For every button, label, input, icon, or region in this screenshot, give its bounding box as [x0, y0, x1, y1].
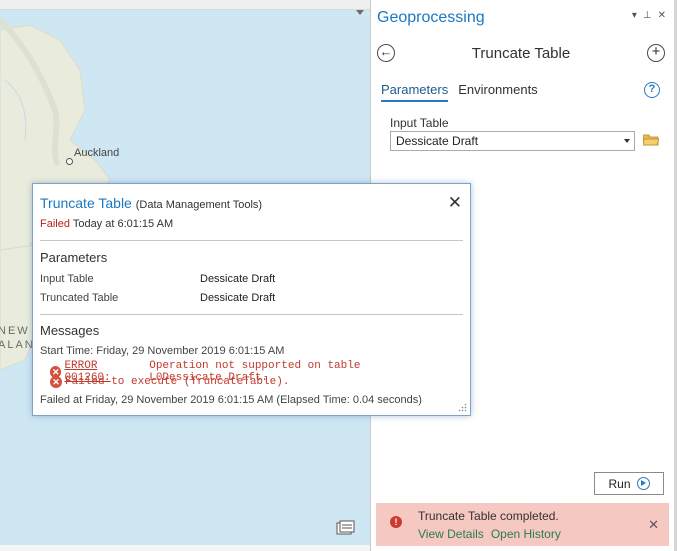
error-icon: !: [390, 516, 402, 528]
view-details-link[interactable]: View Details: [418, 527, 484, 541]
help-icon[interactable]: ?: [644, 82, 660, 98]
notification-text: Truncate Table completed.: [418, 509, 559, 523]
plus-icon: +: [651, 43, 661, 60]
error-icon: ✕: [50, 376, 62, 388]
param-name: Input Table: [40, 273, 94, 285]
city-marker-icon: [66, 158, 73, 165]
map-top-bar: [0, 0, 370, 10]
tool-title: Truncate Table: [471, 45, 571, 62]
folder-icon[interactable]: [643, 134, 659, 146]
pane-title: Geoprocessing: [377, 9, 485, 26]
popup-toolbox-name: (Data Management Tools): [135, 199, 263, 211]
message-failed-at: Failed at Friday, 29 November 2019 6:01:…: [40, 394, 422, 406]
message-start-time: Start Time: Friday, 29 November 2019 6:0…: [40, 345, 285, 357]
error-text: Failed to execute (TruncateTable).: [65, 376, 290, 388]
input-table-select[interactable]: Dessicate Draft: [390, 131, 635, 151]
map-label-city: Auckland: [74, 147, 120, 159]
messages-heading: Messages: [40, 323, 100, 338]
divider: [40, 314, 463, 315]
run-button[interactable]: Run: [594, 472, 664, 495]
input-table-value: Dessicate Draft: [396, 134, 479, 148]
pin-icon[interactable]: ⊥: [643, 10, 652, 21]
popup-title: Truncate Table (Data Management Tools): [40, 195, 262, 211]
error-message: ✕ Failed to execute (TruncateTable).: [50, 376, 289, 388]
popup-close-icon[interactable]: ✕: [448, 193, 462, 213]
popup-tool-name[interactable]: Truncate Table: [40, 195, 132, 211]
tab-environments[interactable]: Environments: [458, 82, 537, 102]
play-icon: [636, 477, 650, 490]
map-label-country-1: NEW: [0, 325, 30, 337]
pane-controls: ▾ ⊥ ✕: [632, 10, 666, 21]
chevron-down-icon: [624, 139, 630, 143]
pane-tabs: Parameters Environments: [381, 82, 538, 102]
divider: [40, 240, 463, 241]
status-time: Today at 6:01:15 AM: [72, 218, 174, 230]
map-label-country-2: ALAN: [0, 339, 35, 351]
notification-bar: ! Truncate Table completed. View Details…: [376, 503, 669, 546]
notification-close-icon[interactable]: ✕: [648, 517, 659, 533]
map-gallery-icon[interactable]: [336, 520, 356, 536]
parameters-heading: Parameters: [40, 250, 108, 265]
close-icon[interactable]: ✕: [658, 10, 666, 21]
param-value: Dessicate Draft: [200, 292, 276, 304]
add-button[interactable]: +: [647, 44, 665, 62]
popup-status: Failed Today at 6:01:15 AM: [40, 218, 173, 230]
resize-grip-icon[interactable]: [458, 403, 467, 412]
open-history-link[interactable]: Open History: [491, 527, 561, 541]
map-status-bar: [0, 545, 370, 551]
input-table-label: Input Table: [390, 116, 449, 130]
param-value: Dessicate Draft: [200, 273, 276, 285]
status-failed: Failed: [40, 218, 70, 230]
pane-menu-icon[interactable]: ▾: [632, 10, 637, 21]
notification-links: View Details Open History: [418, 527, 561, 541]
tool-result-popup: Truncate Table (Data Management Tools) ✕…: [32, 183, 471, 416]
tab-parameters[interactable]: Parameters: [381, 82, 449, 102]
run-label: Run: [608, 476, 631, 491]
param-name: Truncated Table: [40, 292, 119, 304]
map-view-dropdown-icon[interactable]: [356, 10, 364, 15]
